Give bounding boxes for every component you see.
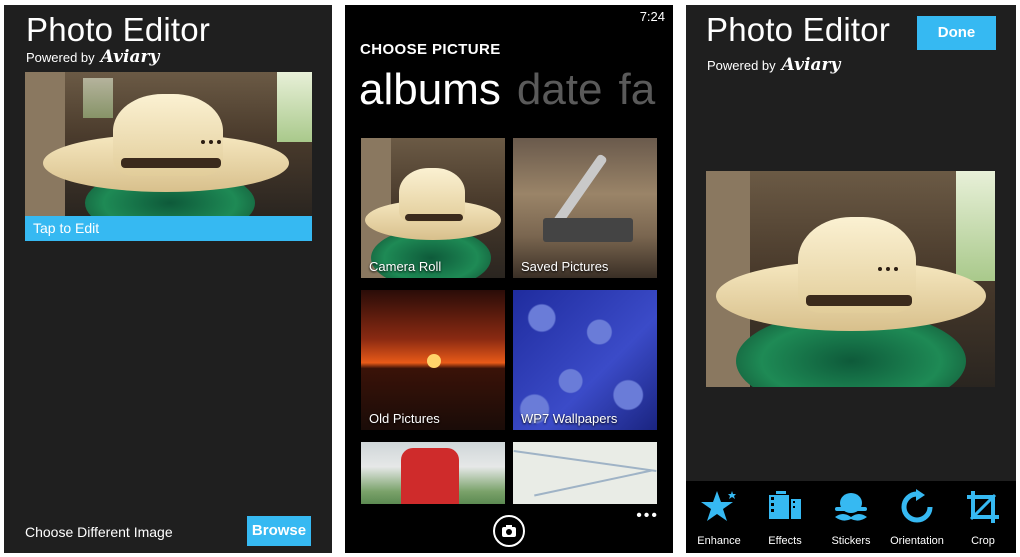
- editing-photo-canvas[interactable]: [706, 171, 995, 387]
- tool-label: Crop: [971, 535, 995, 547]
- album-label: Camera Roll: [369, 259, 442, 274]
- rotate-icon: [901, 489, 933, 523]
- album-tile-camera-roll[interactable]: Camera Roll: [361, 138, 505, 278]
- powered-by-label: Powered by: [707, 58, 776, 73]
- choose-picture-heading: CHOOSE PICTURE: [360, 41, 501, 58]
- album-tile-partial-1[interactable]: [361, 442, 505, 504]
- done-button[interactable]: Done: [917, 16, 996, 50]
- pivot-favorites[interactable]: fa: [618, 65, 655, 114]
- pivot-albums[interactable]: albums: [359, 65, 501, 114]
- browse-button[interactable]: Browse: [247, 516, 311, 546]
- tool-label: Effects: [768, 535, 802, 547]
- status-time: 7:24: [639, 9, 665, 24]
- album-tile-partial-2[interactable]: [513, 442, 657, 504]
- pivot-header: albums date fa: [359, 65, 655, 115]
- powered-by-label: Powered by: [26, 50, 95, 65]
- star-icon: [701, 491, 736, 521]
- mustache-hat-icon: [835, 493, 867, 521]
- tool-label: Stickers: [831, 535, 871, 547]
- pivot-date[interactable]: date: [517, 65, 603, 114]
- tool-label: Enhance: [697, 535, 741, 547]
- app-title: Photo Editor: [26, 11, 211, 48]
- tool-stickers[interactable]: Stickers: [818, 481, 884, 553]
- choose-picture-screen: 7:24 CHOOSE PICTURE albums date fa Camera …: [345, 5, 673, 553]
- powered-by: Powered by Aviary: [26, 47, 159, 67]
- selected-photo-preview[interactable]: [25, 72, 312, 216]
- tool-crop[interactable]: Crop: [950, 481, 1016, 553]
- editor-toolbar: Enhance Effects Stickers Orientation Cro…: [686, 481, 1016, 553]
- photo-editor-start-screen: Photo Editor Powered by Aviary Tap to Edi…: [4, 5, 332, 553]
- album-label: Saved Pictures: [521, 259, 609, 274]
- choose-different-image-link[interactable]: Choose Different Image: [25, 524, 173, 540]
- tap-to-edit-bar[interactable]: Tap to Edit: [25, 216, 312, 241]
- tool-enhance[interactable]: Enhance: [686, 481, 752, 553]
- aviary-logo: Aviary: [100, 47, 160, 67]
- album-label: WP7 Wallpapers: [521, 411, 618, 426]
- film-icon: [769, 491, 801, 519]
- powered-by: Powered by Aviary: [707, 55, 840, 75]
- more-options-button[interactable]: •••: [636, 507, 659, 525]
- album-label: Old Pictures: [369, 411, 440, 426]
- camera-button[interactable]: [493, 515, 525, 547]
- photo-editor-edit-screen: Photo Editor Powered by Aviary Done Enhan…: [686, 5, 1016, 553]
- tool-orientation[interactable]: Orientation: [884, 481, 950, 553]
- tool-effects[interactable]: Effects: [752, 481, 818, 553]
- album-tile-wp7-wallpapers[interactable]: WP7 Wallpapers: [513, 290, 657, 430]
- album-tile-old-pictures[interactable]: Old Pictures: [361, 290, 505, 430]
- tool-label: Orientation: [890, 535, 944, 547]
- crop-icon: [967, 491, 999, 523]
- camera-icon: [502, 525, 516, 537]
- app-title: Photo Editor: [706, 11, 891, 48]
- album-tile-saved-pictures[interactable]: Saved Pictures: [513, 138, 657, 278]
- aviary-logo: Aviary: [781, 55, 841, 75]
